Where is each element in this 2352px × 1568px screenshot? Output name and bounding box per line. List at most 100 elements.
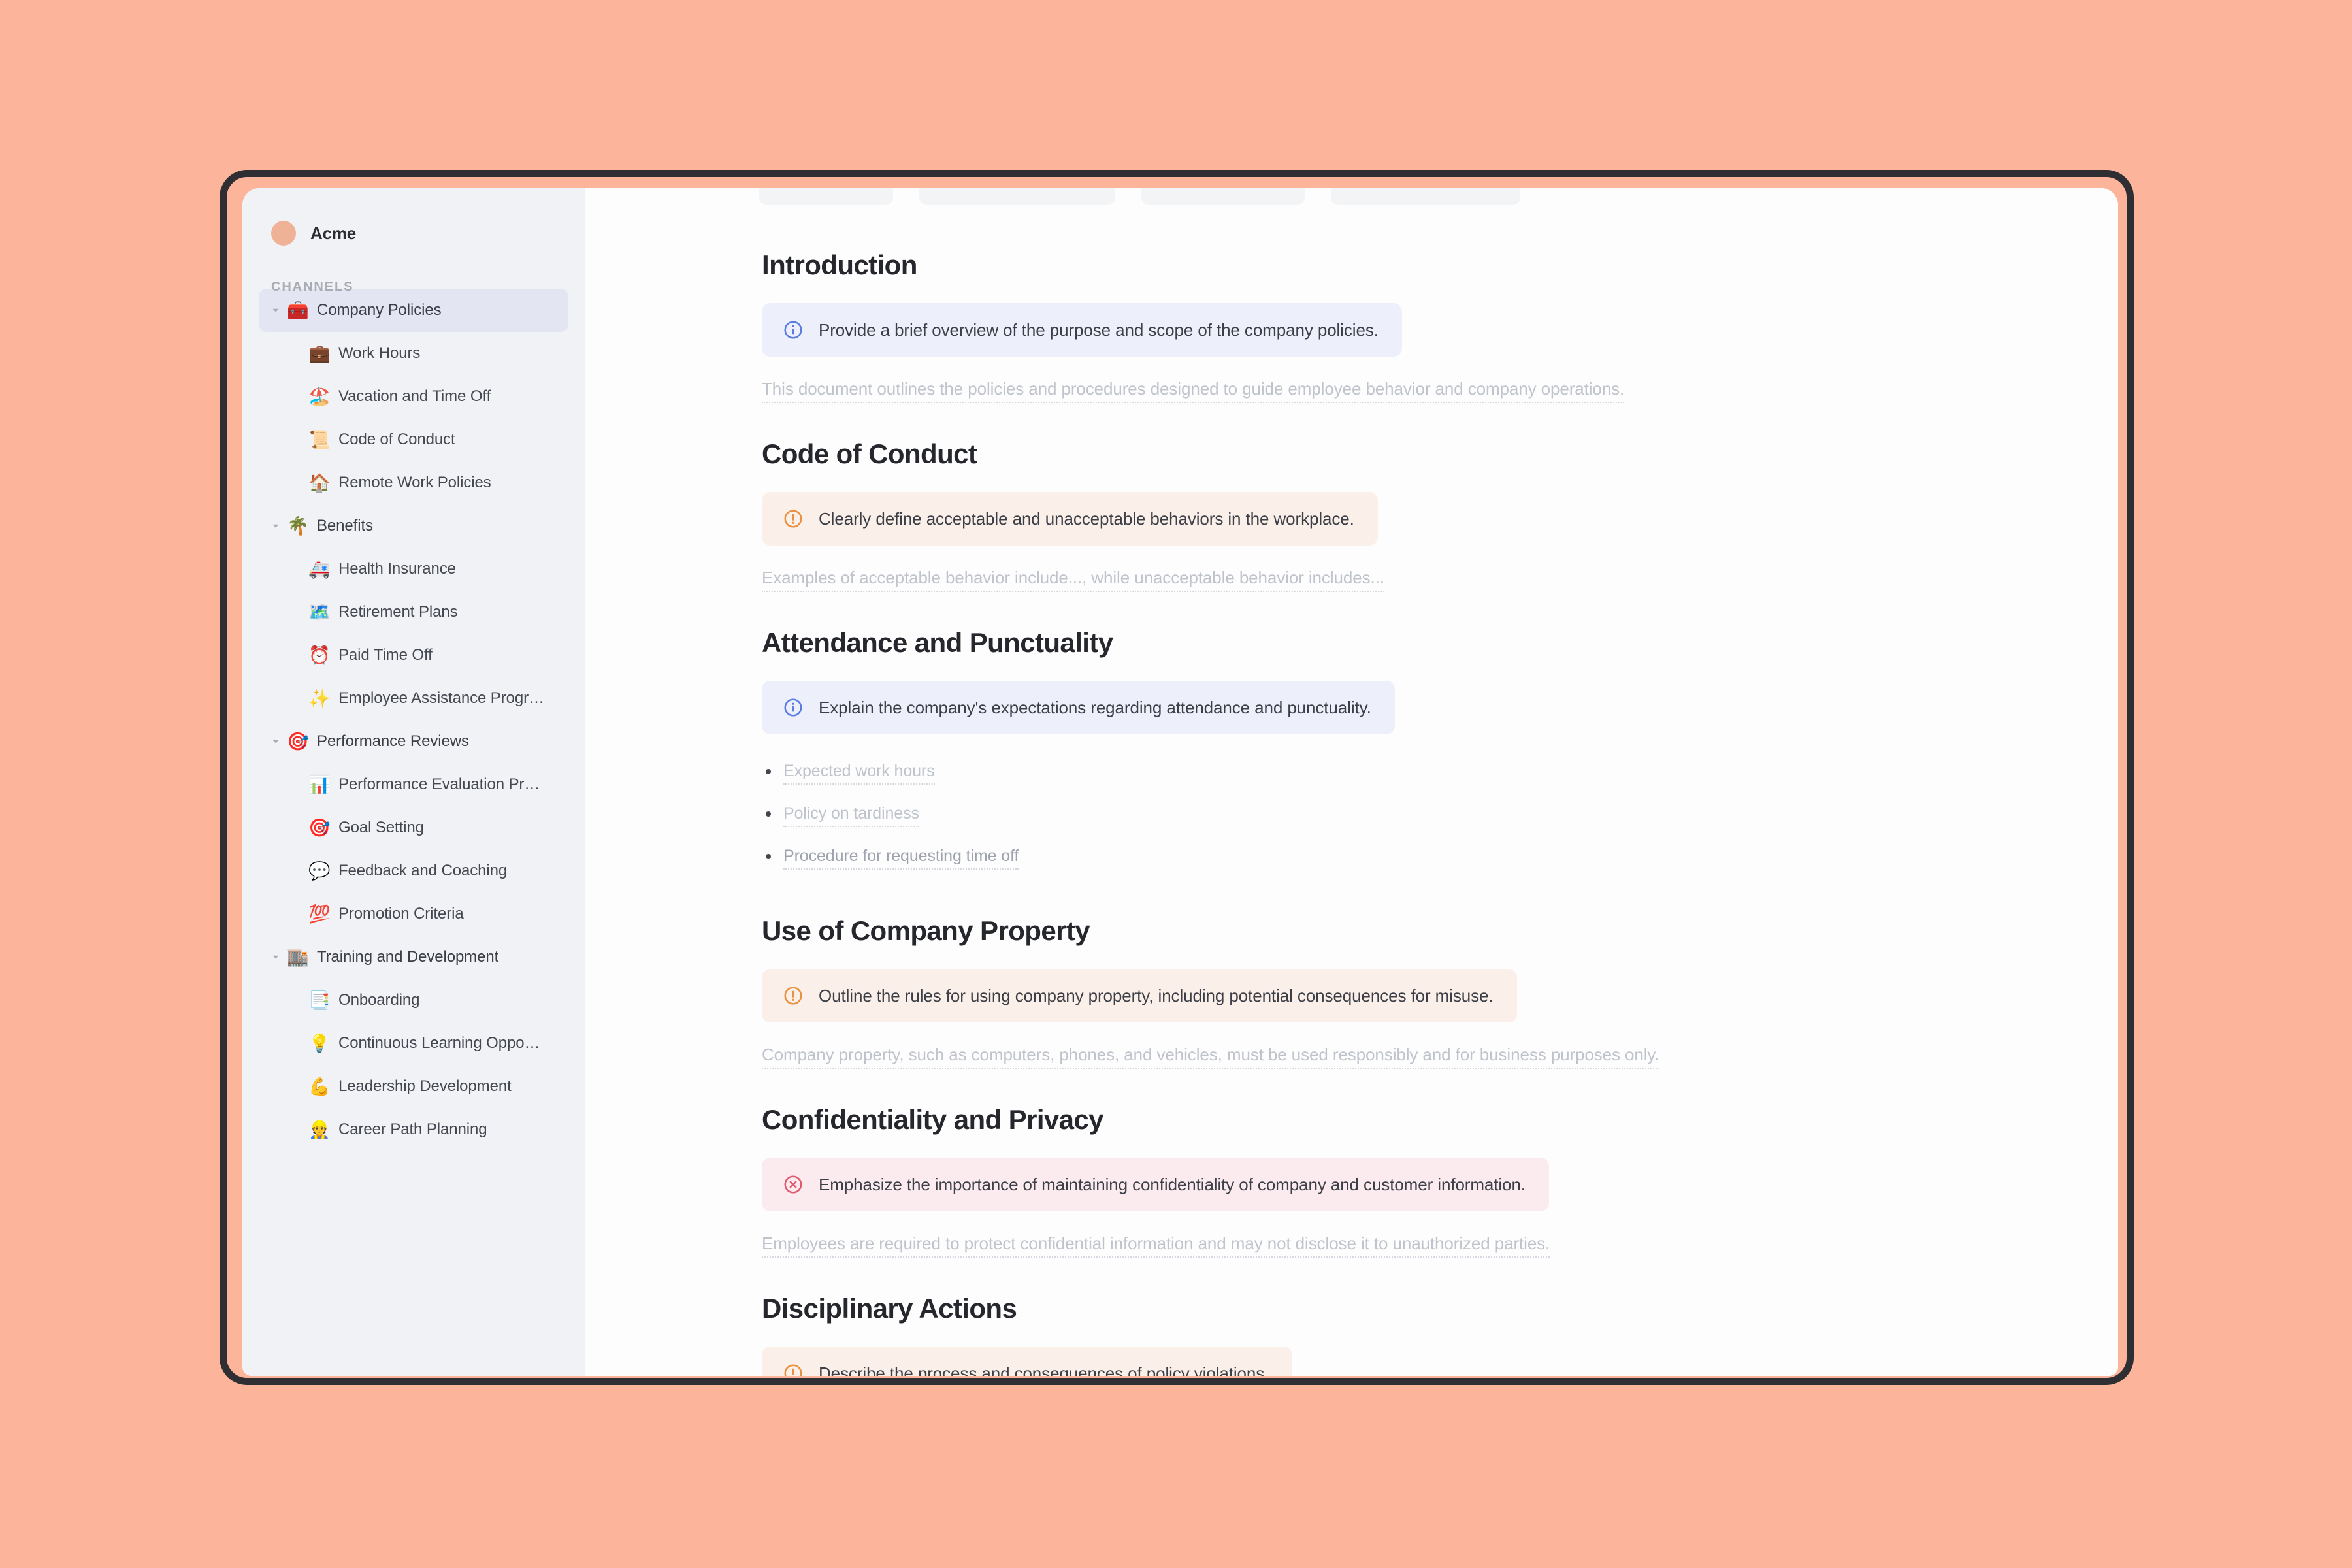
callout-text: Outline the rules for using company prop… [819,986,1494,1005]
document-scroll-area[interactable]: Introduction Provide a brief overview of … [585,188,2118,1376]
channel-emoji-icon: 🚑 [308,559,331,579]
sidebar-item-continuous-learning-oppo[interactable]: 💡 Continuous Learning Oppo… [259,1022,568,1065]
sidebar-item-label: Performance Evaluation Pr… [338,776,540,793]
channel-emoji-icon: 🏬 [287,947,309,967]
sidebar-item-promotion-criteria[interactable]: 💯 Promotion Criteria [259,892,568,936]
sidebar-item-label: Code of Conduct [338,431,455,448]
sidebar-item-label: Remote Work Policies [338,474,491,491]
sidebar-item-label: Promotion Criteria [338,905,464,923]
section-body-placeholder[interactable]: Company property, such as computers, pho… [762,1046,1659,1069]
channel-emoji-icon: 🏖️ [308,386,331,406]
section-heading: Code of Conduct [762,438,977,469]
channel-emoji-icon: 📜 [308,429,331,449]
document-section: Disciplinary Actions Describe the process… [762,1293,2040,1376]
sidebar-item-training-and-development[interactable]: 🏬 Training and Development [259,936,568,979]
document-section: Introduction Provide a brief overview of … [762,250,2040,438]
list-item[interactable]: Expected work hours [762,763,2040,785]
sidebar-item-label: Vacation and Time Off [338,387,491,405]
sidebar-item-label: Benefits [317,517,373,534]
sidebar-item-label: Paid Time Off [338,646,433,664]
sidebar-item-company-policies[interactable]: 🧰 Company Policies [259,289,568,332]
callout-warn[interactable]: Clearly define acceptable and unacceptab… [762,492,1378,546]
channel-emoji-icon: ✨ [308,688,331,708]
channel-emoji-icon: 👷 [308,1119,331,1139]
section-body-placeholder[interactable]: This document outlines the policies and … [762,380,1624,403]
sidebar-item-label: Feedback and Coaching [338,862,508,879]
workspace-switcher[interactable]: Acme [242,188,585,248]
callout-info[interactable]: Explain the company's expectations regar… [762,681,1395,734]
list-item-text: Policy on tardiness [783,806,919,827]
callout-info[interactable]: Provide a brief overview of the purpose … [762,303,1402,357]
document-section: Confidentiality and Privacy Emphasize the… [762,1104,2040,1293]
section-body-placeholder[interactable]: Examples of acceptable behavior include.… [762,569,1384,592]
channel-emoji-icon: 💪 [308,1076,331,1096]
list-item[interactable]: Policy on tardiness [762,806,2040,827]
sidebar-item-label: Performance Reviews [317,732,469,750]
section-heading: Use of Company Property [762,915,1090,946]
sidebar-item-label: Work Hours [338,344,421,362]
section-heading: Introduction [762,250,917,280]
callout-text: Describe the process and consequences of… [819,1364,1269,1376]
app-window: Acme CHANNELS 🧰 Company Policies 💼 Work Hou… [242,188,2118,1376]
sidebar-item-label: Onboarding [338,991,420,1009]
sidebar-item-employee-assistance-progr[interactable]: ✨ Employee Assistance Progr… [259,677,568,720]
sidebar-item-label: Retirement Plans [338,603,458,621]
sidebar-item-performance-evaluation-pr[interactable]: 📊 Performance Evaluation Pr… [259,763,568,806]
document-body: Introduction Provide a brief overview of … [762,250,2040,1376]
callout-text: Emphasize the importance of maintaining … [819,1175,1526,1194]
section-bullet-list: Expected work hours Policy on tardiness Pr… [762,763,2040,870]
sidebar-item-label: Leadership Development [338,1077,512,1095]
sidebar-item-vacation-and-time-off[interactable]: 🏖️ Vacation and Time Off [259,375,568,418]
clipped-toolbar-chips [759,188,2040,205]
sidebar-item-retirement-plans[interactable]: 🗺️ Retirement Plans [259,591,568,634]
chevron-down-icon[interactable] [265,521,287,531]
sidebar-item-work-hours[interactable]: 💼 Work Hours [259,332,568,375]
channel-emoji-icon: 🏠 [308,472,331,493]
section-body-placeholder[interactable]: Employees are required to protect confid… [762,1235,1550,1258]
sidebar-item-code-of-conduct[interactable]: 📜 Code of Conduct [259,418,568,461]
sidebar-item-paid-time-off[interactable]: ⏰ Paid Time Off [259,634,568,677]
callout-text: Explain the company's expectations regar… [819,698,1371,717]
toolbar-chip[interactable] [759,188,893,205]
document-section: Attendance and Punctuality Explain the co… [762,627,2040,915]
sidebar-item-performance-reviews[interactable]: 🎯 Performance Reviews [259,720,568,763]
channel-emoji-icon: 📑 [308,990,331,1010]
error-circle-icon [783,1174,804,1195]
sidebar-item-label: Employee Assistance Progr… [338,689,544,707]
list-item-text: Procedure for requesting time off [783,848,1019,870]
list-item-text: Expected work hours [783,763,935,785]
section-heading: Confidentiality and Privacy [762,1104,1104,1135]
sidebar-section-label: CHANNELS [271,280,354,294]
callout-error[interactable]: Emphasize the importance of maintaining … [762,1158,1549,1211]
sidebar-item-remote-work-policies[interactable]: 🏠 Remote Work Policies [259,461,568,504]
warning-circle-icon [783,985,804,1006]
info-circle-icon [783,697,804,718]
sidebar-item-label: Training and Development [317,948,499,966]
sidebar-item-onboarding[interactable]: 📑 Onboarding [259,979,568,1022]
toolbar-chip[interactable] [1141,188,1305,205]
chevron-down-icon[interactable] [265,305,287,316]
sidebar-item-leadership-development[interactable]: 💪 Leadership Development [259,1065,568,1108]
sidebar-item-goal-setting[interactable]: 🎯 Goal Setting [259,806,568,849]
sidebar-item-health-insurance[interactable]: 🚑 Health Insurance [259,547,568,591]
chevron-down-icon[interactable] [265,952,287,962]
section-heading: Disciplinary Actions [762,1293,1017,1324]
sidebar-item-feedback-and-coaching[interactable]: 💬 Feedback and Coaching [259,849,568,892]
document-section: Code of Conduct Clearly define acceptable… [762,438,2040,627]
sidebar-item-career-path-planning[interactable]: 👷 Career Path Planning [259,1108,568,1151]
toolbar-chip[interactable] [919,188,1115,205]
channel-list: 🧰 Company Policies 💼 Work Hours 🏖️ Vacation a… [242,289,585,1151]
channel-emoji-icon: 💡 [308,1033,331,1053]
channel-emoji-icon: 🧰 [287,300,309,320]
toolbar-chip[interactable] [1331,188,1520,205]
info-circle-icon [783,319,804,340]
sidebar-item-label: Goal Setting [338,819,424,836]
sidebar-item-benefits[interactable]: 🌴 Benefits [259,504,568,547]
callout-warn[interactable]: Describe the process and consequences of… [762,1347,1293,1376]
list-item[interactable]: Procedure for requesting time off [762,848,2040,870]
device-frame: Acme CHANNELS 🧰 Company Policies 💼 Work Hou… [220,170,2134,1385]
chevron-down-icon[interactable] [265,736,287,747]
section-heading: Attendance and Punctuality [762,627,1113,658]
callout-warn[interactable]: Outline the rules for using company prop… [762,969,1517,1022]
channel-emoji-icon: 💬 [308,860,331,881]
